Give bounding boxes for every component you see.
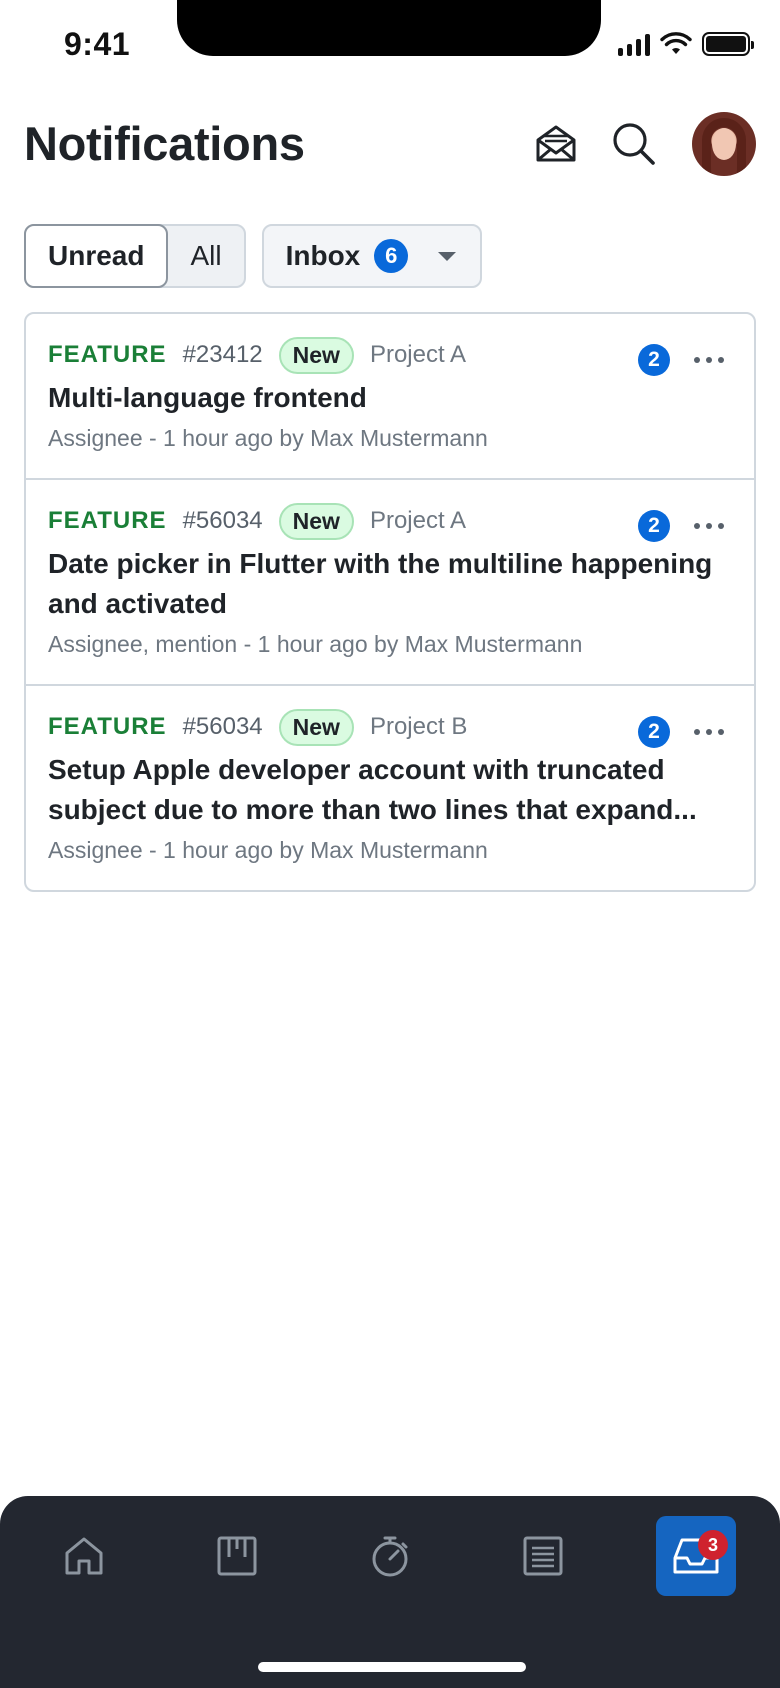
tab-list[interactable] (503, 1516, 583, 1596)
inbox-dropdown-label: Inbox (285, 240, 361, 271)
item-meta: FEATURE #56034 New Project B (48, 708, 730, 746)
mark-all-read-button[interactable] (528, 116, 584, 172)
board-icon (217, 1536, 257, 1576)
chevron-down-icon (438, 251, 457, 261)
segment-unread[interactable]: Unread (24, 224, 169, 288)
item-count-badge: 2 (638, 344, 670, 376)
home-indicator (258, 1662, 526, 1672)
item-project: Project A (369, 507, 466, 534)
item-type: FEATURE (48, 507, 167, 534)
home-icon (65, 1537, 103, 1575)
status-badge: New (278, 708, 354, 746)
notification-list: FEATURE #23412 New Project A 2 Multi-lan… (24, 312, 756, 892)
item-id: #56034 (182, 713, 263, 740)
item-title: Date picker in Flutter with the multilin… (48, 548, 713, 619)
status-icons (618, 32, 754, 56)
tab-timer[interactable] (350, 1516, 430, 1596)
status-badge: New (278, 336, 354, 374)
battery-icon (702, 32, 754, 56)
item-actions: 2 (638, 716, 724, 748)
tab-home[interactable] (44, 1516, 124, 1596)
status-badge: New (278, 502, 354, 540)
status-bar: 9:41 (0, 0, 780, 92)
list-item[interactable]: FEATURE #56034 New Project B 2 Setup App… (26, 686, 754, 890)
more-options-icon[interactable] (694, 523, 724, 529)
device-notch (177, 0, 601, 56)
item-meta: FEATURE #23412 New Project A (48, 336, 730, 374)
search-button[interactable] (606, 116, 662, 172)
page-header: Notifications (0, 100, 780, 190)
filter-bar: Unread All Inbox 6 (24, 224, 482, 288)
inbox-tab-badge: 3 (698, 1530, 728, 1560)
item-actions: 2 (638, 510, 724, 542)
item-id: #56034 (182, 507, 263, 534)
item-project: Project A (369, 341, 466, 368)
segment-all[interactable]: All (168, 226, 243, 286)
avatar[interactable] (692, 112, 756, 176)
timer-icon (372, 1536, 408, 1577)
item-subtitle: Assignee - 1 hour ago by Max Mustermann (48, 837, 488, 863)
search-icon (613, 123, 655, 165)
item-title: Multi-language frontend (48, 382, 367, 413)
item-subtitle: Assignee, mention - 1 hour ago by Max Mu… (48, 631, 583, 657)
wifi-icon (660, 32, 692, 54)
envelope-open-icon (536, 125, 576, 162)
list-item[interactable]: FEATURE #23412 New Project A 2 Multi-lan… (26, 314, 754, 480)
item-id: #23412 (182, 341, 263, 368)
page-title: Notifications (24, 117, 305, 170)
list-icon (523, 1536, 563, 1576)
inbox-count-badge: 6 (374, 239, 409, 273)
item-count-badge: 2 (638, 716, 670, 748)
status-time: 9:41 (64, 26, 131, 62)
item-type: FEATURE (48, 713, 167, 740)
tab-board[interactable] (197, 1516, 277, 1596)
cellular-signal-icon (618, 32, 650, 56)
more-options-icon[interactable] (694, 357, 724, 363)
read-state-segmented-control: Unread All (24, 224, 246, 288)
bottom-tab-bar: 3 (0, 1496, 780, 1688)
item-title: Setup Apple developer account with trunc… (48, 754, 697, 825)
list-item[interactable]: FEATURE #56034 New Project A 2 Date pick… (26, 480, 754, 686)
item-meta: FEATURE #56034 New Project A (48, 502, 730, 540)
tab-inbox[interactable]: 3 (656, 1516, 736, 1596)
item-subtitle: Assignee - 1 hour ago by Max Mustermann (48, 425, 488, 451)
item-project: Project B (369, 713, 468, 740)
more-options-icon[interactable] (694, 729, 724, 735)
item-type: FEATURE (48, 341, 167, 368)
inbox-dropdown[interactable]: Inbox 6 (261, 224, 482, 288)
item-actions: 2 (638, 344, 724, 376)
item-count-badge: 2 (638, 510, 670, 542)
